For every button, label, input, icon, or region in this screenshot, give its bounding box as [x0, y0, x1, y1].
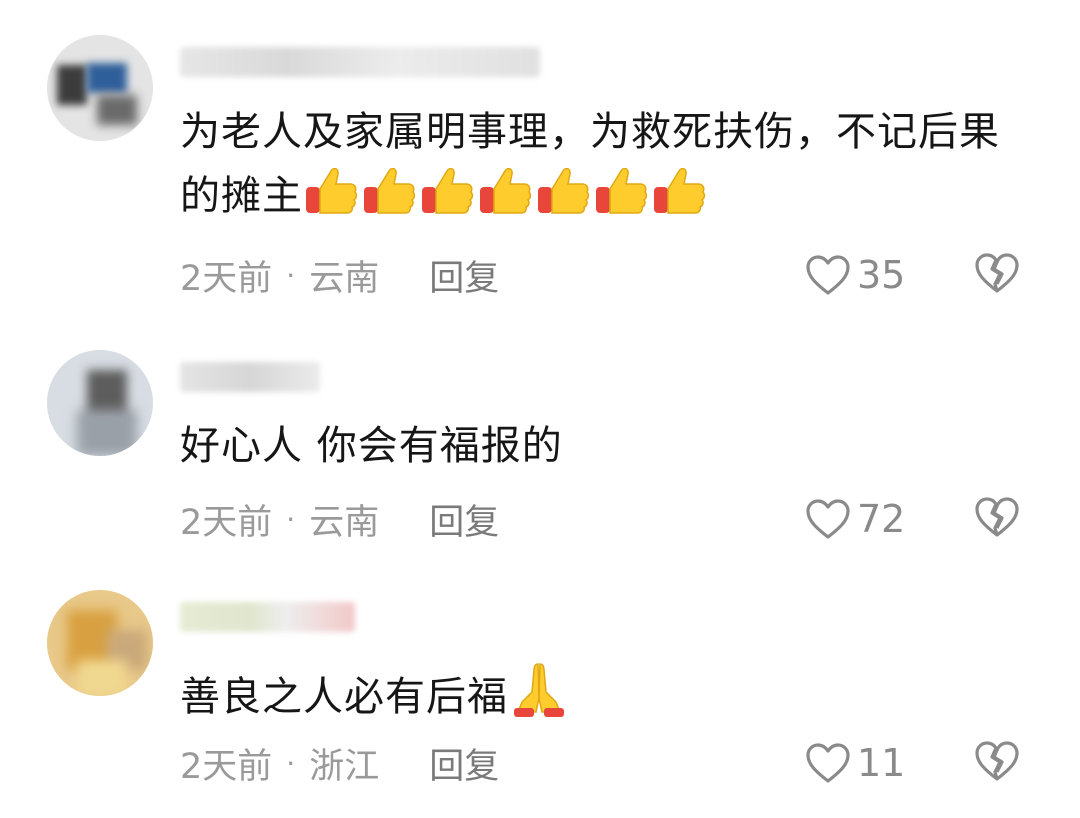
reply-button[interactable]: 回复	[429, 738, 499, 789]
like-count: 11	[857, 741, 906, 785]
comment-meta: 2天前 · 浙江 回复	[180, 738, 499, 788]
comment-item: 善良之人必有后福 2天前 · 浙江 回复 11	[0, 0, 1080, 810]
heart-outline-icon	[805, 742, 851, 784]
meta-separator: ·	[286, 746, 296, 780]
comment-time: 2天前	[180, 746, 273, 787]
comment-location: 浙江	[309, 746, 380, 787]
folded-hands-icon	[508, 658, 570, 737]
broken-heart-icon	[973, 739, 1021, 787]
avatar[interactable]	[47, 590, 153, 696]
comment-text: 善良之人必有后福	[180, 658, 1000, 737]
username[interactable]	[180, 600, 355, 634]
emoji-row	[508, 663, 572, 720]
dislike-button[interactable]	[973, 738, 1021, 788]
comment-text-body: 善良之人必有后福	[180, 674, 508, 720]
like-button[interactable]: 11	[805, 738, 905, 788]
